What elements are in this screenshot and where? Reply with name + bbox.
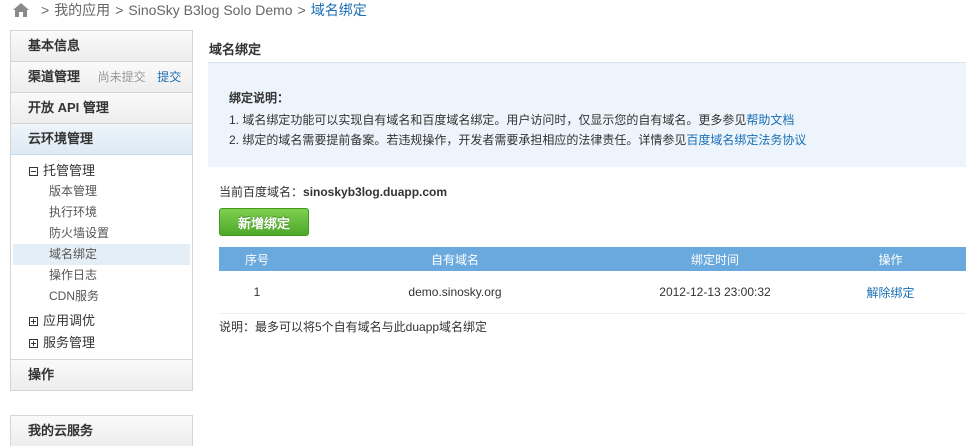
sidebar-item-cloud-env[interactable]: 云环境管理 [11,123,192,155]
limit-note: 说明：最多可以将5个自有域名与此duapp域名绑定 [219,320,488,334]
breadcrumb-my-apps[interactable]: 我的应用 [54,0,110,20]
row-domain: demo.sinosky.org [295,271,615,314]
channel-submit-link[interactable]: 提交 [157,70,181,84]
hosting-group-toggle[interactable]: 托管管理 [11,161,192,181]
info-line-text: 1. 域名绑定功能可以实现自有域名和百度域名绑定。用户访问时，仅显示您的自有域名… [229,113,747,127]
sidebar-item-label: 云环境管理 [28,131,94,146]
sidebar-item-open-api[interactable]: 开放 API 管理 [11,92,192,123]
collapse-icon [29,166,38,176]
column-header-time: 绑定时间 [615,247,815,271]
service-group-toggle[interactable]: 服务管理 [11,333,192,353]
sidebar-item-firewall[interactable]: 防火墙设置 [11,223,192,244]
group-label: 应用调优 [43,313,96,328]
breadcrumb-separator: > [41,2,50,18]
home-icon[interactable] [12,2,30,18]
unbind-link[interactable]: 解除绑定 [866,286,914,300]
channel-status: 尚未提交 [97,70,146,84]
sidebar-item-cdn[interactable]: CDN服务 [11,286,192,307]
sidebar-item-operation-log[interactable]: 操作日志 [11,265,192,286]
breadcrumb: > 我的应用 > SinoSky B3log Solo Demo > 域名绑定 [12,0,367,20]
column-header-no: 序号 [219,247,295,271]
breadcrumb-current: 域名绑定 [310,2,367,18]
current-domain-label: 当前百度域名： [219,185,304,199]
group-label: 托管管理 [43,163,96,178]
column-header-domain: 自有域名 [295,247,615,271]
page-title: 域名绑定 [209,42,262,57]
info-heading: 绑定说明： [229,91,290,105]
row-action-cell: 解除绑定 [815,271,966,314]
legal-agreement-link[interactable]: 百度域名绑定法务协议 [686,133,806,147]
my-cloud-panel: 我的云服务 [10,415,193,446]
binding-table: 序号 自有域名 绑定时间 操作 1 demo.sinosky.org 2012-… [219,247,966,314]
sidebar-item-label: 渠道管理 [28,69,81,84]
current-domain-value: sinoskyb3log.duapp.com [303,185,448,199]
sidebar: 基本信息 渠道管理 尚未提交 提交 开放 API 管理 云环境管理 托管管理 版… [10,30,193,391]
breadcrumb-app-name[interactable]: SinoSky B3log Solo Demo [128,2,292,18]
sidebar-item-label: 操作 [28,367,55,382]
info-line-2: 2. 绑定的域名需要提前备案。若违规操作，开发者需要承担相应的法律责任。详情参见… [229,131,806,148]
cloud-env-submenu: 托管管理 版本管理 执行环境 防火墙设置 域名绑定 操作日志 CDN服务 应用调… [11,155,192,359]
current-domain: 当前百度域名：sinoskyb3log.duapp.com [219,183,447,200]
sidebar-item-label: 开放 API 管理 [28,100,109,115]
binding-info-panel: 绑定说明： 1. 域名绑定功能可以实现自有域名和百度域名绑定。用户访问时，仅显示… [208,62,966,167]
info-line-1: 1. 域名绑定功能可以实现自有域名和百度域名绑定。用户访问时，仅显示您的自有域名… [229,111,794,128]
row-time: 2012-12-13 23:00:32 [615,271,815,314]
sidebar-item-runtime[interactable]: 执行环境 [11,202,192,223]
row-no: 1 [219,271,295,314]
sidebar-item-channel[interactable]: 渠道管理 尚未提交 提交 [11,61,192,92]
help-doc-link[interactable]: 帮助文档 [746,113,794,127]
breadcrumb-separator: > [115,2,124,18]
info-line-text: 2. 绑定的域名需要提前备案。若违规操作，开发者需要承担相应的法律责任。详情参见 [229,133,687,147]
sidebar-item-version[interactable]: 版本管理 [11,181,192,202]
expand-icon [29,338,38,348]
sidebar-item-my-cloud[interactable]: 我的云服务 [11,416,192,446]
tuning-group-toggle[interactable]: 应用调优 [11,311,192,331]
expand-icon [29,316,38,326]
add-binding-button[interactable]: 新增绑定 [219,208,309,236]
sidebar-item-domain-binding[interactable]: 域名绑定 [13,244,190,265]
table-row: 1 demo.sinosky.org 2012-12-13 23:00:32 解… [219,271,966,314]
sidebar-item-operations[interactable]: 操作 [11,359,192,390]
group-label: 服务管理 [43,335,96,350]
table-header-row: 序号 自有域名 绑定时间 操作 [219,247,966,271]
sidebar-item-label: 基本信息 [28,38,81,53]
breadcrumb-separator: > [297,2,306,18]
column-header-action: 操作 [815,247,966,271]
sidebar-item-label: 我的云服务 [28,423,94,438]
sidebar-item-basic-info[interactable]: 基本信息 [11,31,192,61]
